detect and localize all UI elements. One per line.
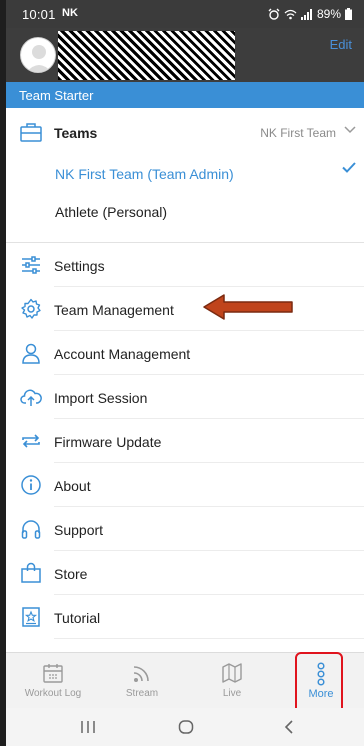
tab-stream[interactable]: Stream [107, 653, 177, 709]
home-icon[interactable] [178, 720, 194, 734]
menu-item-support[interactable]: Support [6, 507, 364, 551]
menu-item-import-session[interactable]: Import Session [6, 375, 364, 419]
menu-label-tutorial: Tutorial [54, 610, 101, 626]
teams-label: Teams [54, 125, 98, 141]
headphones-icon [21, 520, 41, 539]
calendar-icon [43, 664, 63, 683]
profile-header: Edit [6, 28, 364, 82]
refresh-icon [22, 434, 40, 448]
redacted-user-name [58, 31, 235, 80]
menu-label-account-management: Account Management [54, 346, 191, 362]
menu-item-firmware-update[interactable]: Firmware Update [6, 419, 364, 463]
more-menu: Settings Team Management Account Managem… [6, 243, 364, 639]
annotation-arrow-icon [203, 294, 293, 320]
tab-label-workout-log: Workout Log [24, 688, 82, 699]
menu-label-import-session: Import Session [54, 390, 148, 406]
menu-label-support: Support [54, 522, 104, 538]
menu-label-store: Store [54, 566, 88, 582]
tutorial-icon [22, 607, 40, 627]
phone-screen: 10:01 NK 89% Edit Team Starter Teams NK … [6, 0, 364, 746]
tab-workout-log[interactable]: Workout Log [18, 653, 88, 709]
gear-icon [21, 298, 41, 319]
menu-item-account-management[interactable]: Account Management [6, 331, 364, 375]
menu-label-team-management: Team Management [54, 302, 174, 318]
map-icon [222, 663, 242, 683]
status-carrier: NK [62, 7, 78, 19]
avatar[interactable] [20, 37, 56, 73]
menu-item-team-management[interactable]: Team Management [6, 287, 364, 331]
battery-percent: 89% [316, 7, 341, 21]
menu-item-tutorial[interactable]: Tutorial [6, 595, 364, 639]
menu-label-firmware-update: Firmware Update [54, 434, 162, 450]
menu-item-settings[interactable]: Settings [6, 243, 364, 287]
teams-section: Teams NK First Team NK First Team (Team … [6, 108, 364, 242]
alarm-icon [268, 8, 280, 20]
tab-label-live: Live [222, 688, 242, 699]
sliders-icon [22, 256, 40, 274]
chevron-down-icon [344, 126, 356, 134]
recent-apps-icon[interactable] [80, 720, 96, 734]
wifi-icon [284, 9, 297, 19]
menu-item-about[interactable]: About [6, 463, 364, 507]
teams-selector[interactable]: Teams NK First Team [6, 108, 364, 158]
battery-icon [345, 8, 352, 20]
plan-banner: Team Starter [6, 82, 364, 108]
menu-divider [54, 638, 364, 639]
status-bar: 10:01 NK 89% [6, 0, 364, 28]
info-icon [21, 475, 41, 495]
menu-label-settings: Settings [54, 258, 105, 274]
tab-label-stream: Stream [125, 688, 159, 699]
team-option-first-team[interactable]: NK First Team (Team Admin) [55, 166, 234, 182]
bottom-tab-bar: Workout Log Stream Live More [6, 652, 364, 716]
shopping-bag-icon [21, 562, 41, 583]
teams-selected-value: NK First Team [260, 126, 336, 140]
stream-icon [133, 666, 149, 682]
status-time: 10:01 [22, 7, 56, 22]
back-icon[interactable] [284, 720, 294, 734]
user-icon [22, 343, 40, 364]
edit-button[interactable]: Edit [330, 37, 352, 52]
tab-live[interactable]: Live [197, 653, 267, 709]
more-tab-highlight [295, 652, 343, 716]
user-avatar-icon [26, 45, 52, 72]
menu-item-store[interactable]: Store [6, 551, 364, 595]
signal-icon [300, 8, 312, 20]
android-nav-bar [6, 708, 364, 746]
check-icon [342, 162, 356, 173]
status-indicators: 89% [268, 7, 352, 21]
cloud-upload-icon [20, 389, 42, 406]
menu-label-about: About [54, 478, 91, 494]
briefcase-icon [20, 123, 42, 142]
team-option-athlete[interactable]: Athlete (Personal) [55, 204, 167, 220]
